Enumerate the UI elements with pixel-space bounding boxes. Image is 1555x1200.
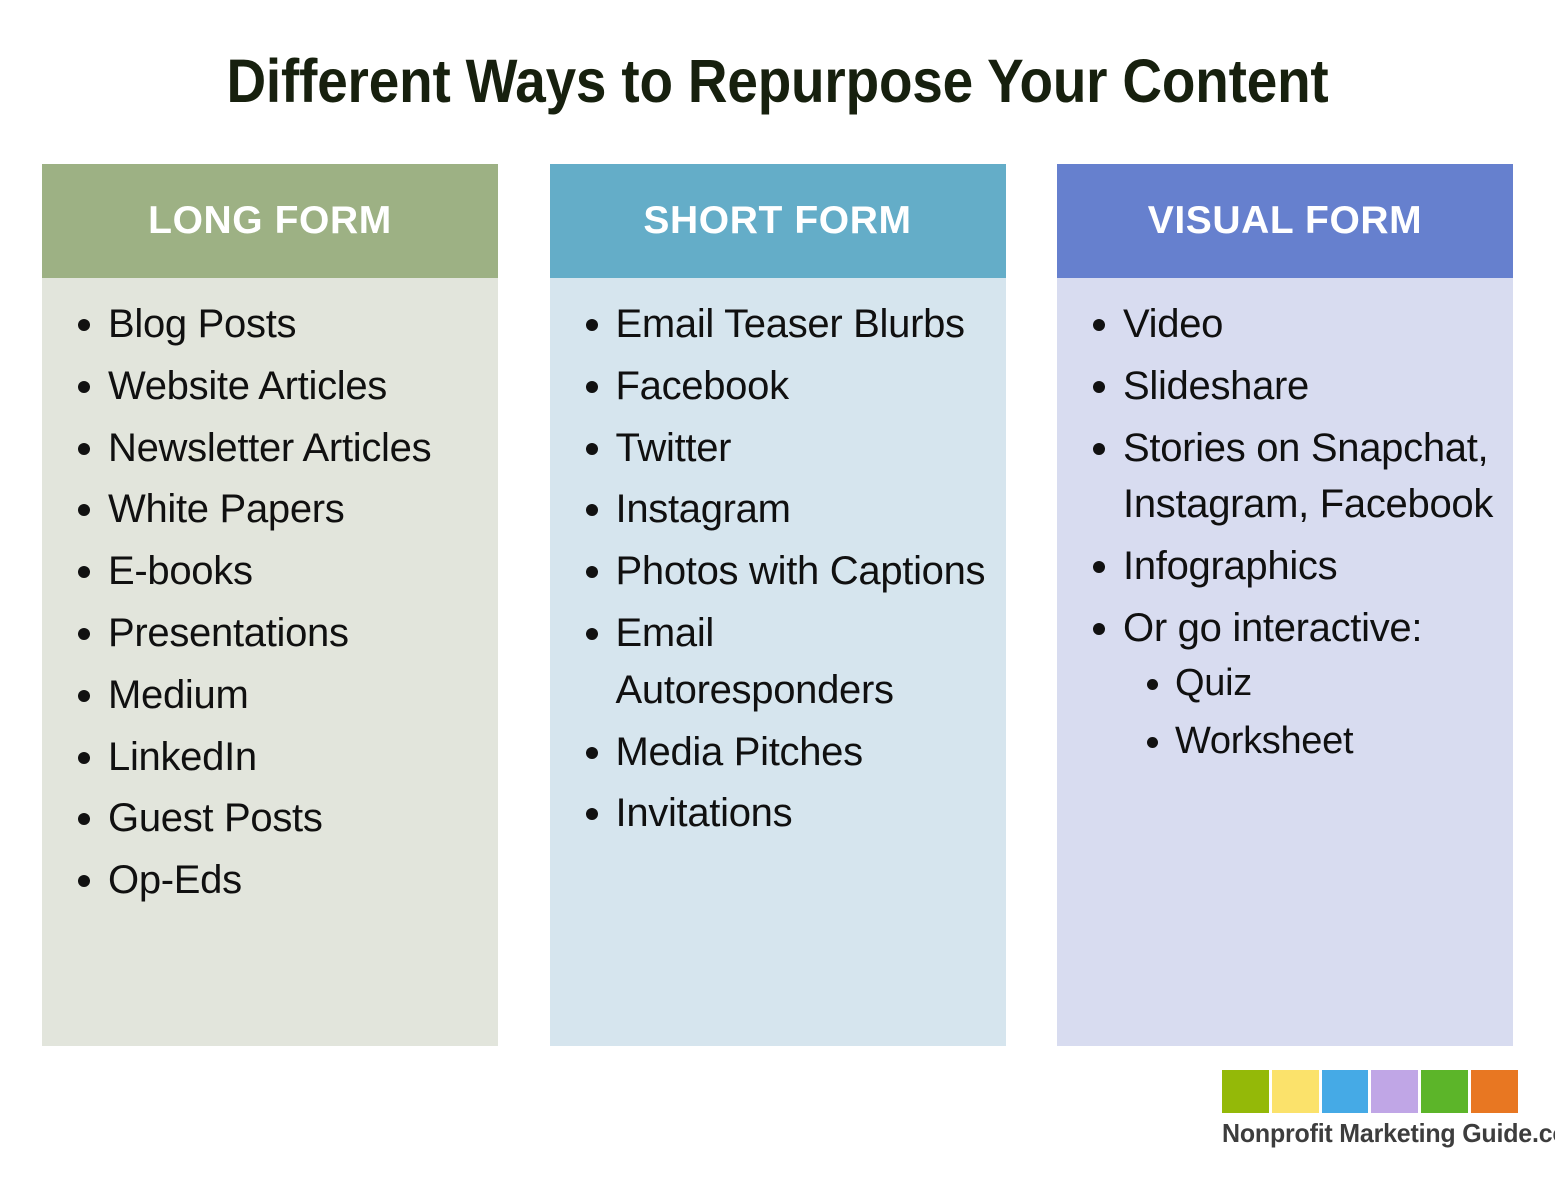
column-long-form: LONG FORM Blog Posts Website Articles Ne… — [42, 164, 498, 1046]
list-item: Presentations — [56, 605, 484, 662]
logo-swatch-1 — [1271, 1070, 1319, 1113]
list-item: Stories on Snapchat, Instagram, Facebook — [1071, 420, 1499, 534]
list-item: Infographics — [1071, 538, 1499, 595]
column-visual-form: VISUAL FORM Video Slideshare Stories on … — [1057, 164, 1513, 1046]
sub-list-interactive: Quiz Worksheet — [1123, 657, 1499, 769]
list-item: Photos with Captions — [564, 543, 992, 600]
column-header-long-form: LONG FORM — [42, 164, 498, 278]
logo-swatch-2 — [1321, 1070, 1369, 1113]
logo-swatches — [1222, 1070, 1518, 1113]
list-item: Or go interactive: Quiz Worksheet — [1071, 600, 1499, 769]
list-item: Email Teaser Blurbs — [564, 296, 992, 353]
list-item: Op-Eds — [56, 852, 484, 909]
column-short-form: SHORT FORM Email Teaser Blurbs Facebook … — [549, 164, 1006, 1046]
list-item: Invitations — [564, 785, 992, 842]
list-short-form: Email Teaser Blurbs Facebook Twitter Ins… — [564, 296, 992, 842]
list-long-form: Blog Posts Website Articles Newsletter A… — [56, 296, 484, 909]
list-visual-form: Video Slideshare Stories on Snapchat, In… — [1071, 296, 1499, 769]
sub-list-item: Quiz — [1123, 657, 1499, 711]
column-header-visual-form: VISUAL FORM — [1057, 164, 1513, 278]
list-item: Twitter — [564, 420, 992, 477]
logo-swatch-4 — [1421, 1070, 1469, 1113]
list-item: Instagram — [564, 481, 992, 538]
logo: Nonprofit Marketing Guide.com — [1222, 1070, 1555, 1149]
list-item: Email Autoresponders — [564, 605, 992, 719]
list-item: Website Articles — [56, 358, 484, 415]
column-header-short-form: SHORT FORM — [549, 164, 1006, 278]
list-item: Video — [1071, 296, 1499, 353]
sub-list-item: Worksheet — [1123, 715, 1499, 769]
list-item: LinkedIn — [56, 729, 484, 786]
list-item: E-books — [56, 543, 484, 600]
column-body-visual-form: Video Slideshare Stories on Snapchat, In… — [1057, 278, 1513, 1046]
list-item: Guest Posts — [56, 790, 484, 847]
list-item: Facebook — [564, 358, 992, 415]
columns-container: LONG FORM Blog Posts Website Articles Ne… — [42, 164, 1513, 1046]
page-title: Different Ways to Repurpose Your Content — [226, 47, 1329, 115]
list-item: Blog Posts — [56, 296, 484, 353]
list-item: Newsletter Articles — [56, 420, 484, 477]
column-body-long-form: Blog Posts Website Articles Newsletter A… — [42, 278, 498, 1046]
logo-swatch-5 — [1471, 1070, 1518, 1113]
column-body-short-form: Email Teaser Blurbs Facebook Twitter Ins… — [549, 278, 1006, 1046]
list-item: Medium — [56, 667, 484, 724]
list-item-label: Or go interactive: — [1123, 605, 1423, 650]
list-item: Slideshare — [1071, 358, 1499, 415]
list-item: Media Pitches — [564, 724, 992, 781]
logo-swatch-0 — [1222, 1070, 1269, 1113]
logo-text: Nonprofit Marketing Guide.com — [1222, 1118, 1555, 1148]
logo-swatch-3 — [1371, 1070, 1419, 1113]
list-item: White Papers — [56, 481, 484, 538]
